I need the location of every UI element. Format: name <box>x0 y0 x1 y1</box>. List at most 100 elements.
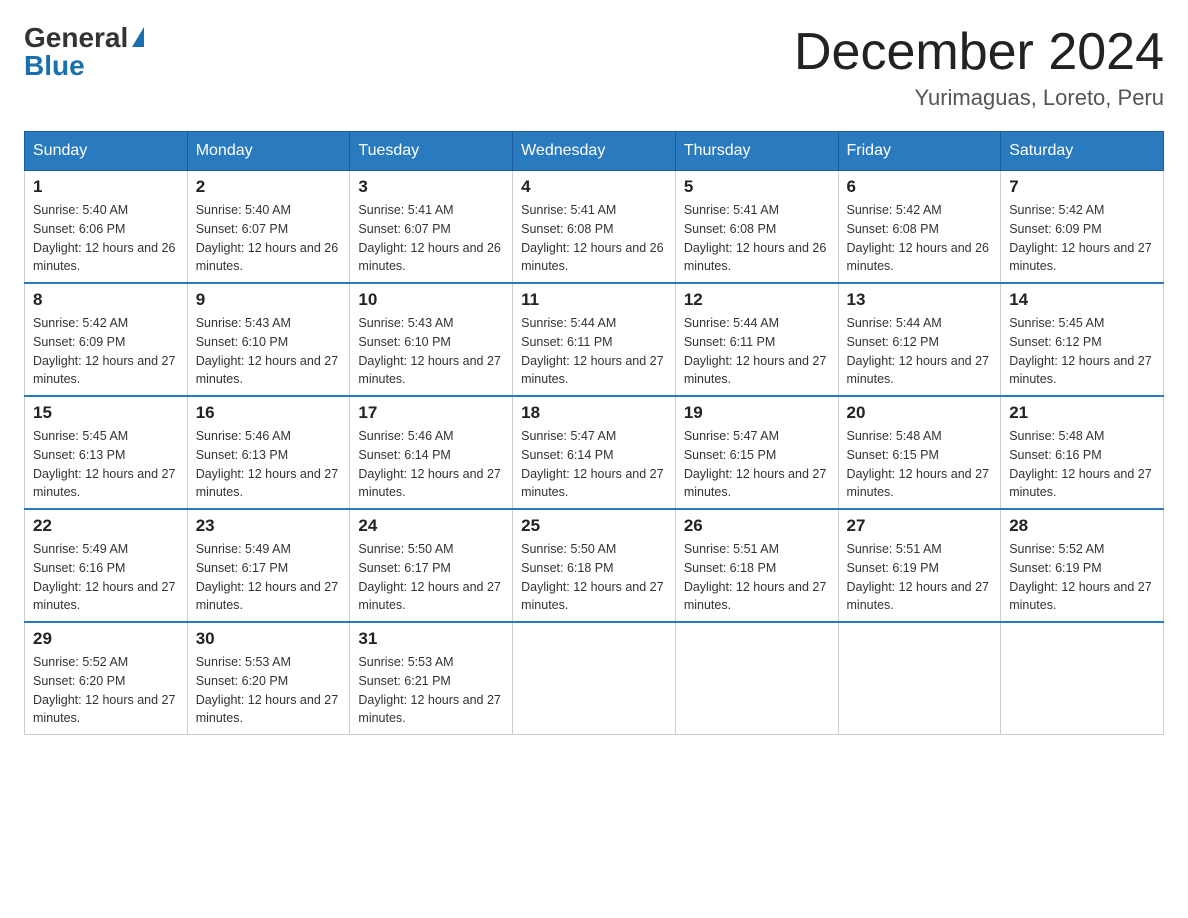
day-number: 1 <box>33 177 179 197</box>
table-row: 17 Sunrise: 5:46 AMSunset: 6:14 PMDayligh… <box>350 396 513 509</box>
table-row <box>675 622 838 735</box>
day-number: 5 <box>684 177 830 197</box>
day-number: 29 <box>33 629 179 649</box>
day-info: Sunrise: 5:48 AMSunset: 6:16 PMDaylight:… <box>1009 427 1155 502</box>
logo-blue-text: Blue <box>24 52 85 80</box>
table-row: 12Sunrise: 5:44 AMSunset: 6:11 PMDayligh… <box>675 283 838 396</box>
day-number: 19 <box>684 403 830 423</box>
day-number: 6 <box>847 177 993 197</box>
calendar-week-row: 1 Sunrise: 5:40 AMSunset: 6:06 PMDaylight… <box>25 171 1164 284</box>
table-row: 2 Sunrise: 5:40 AMSunset: 6:07 PMDaylight… <box>187 171 350 284</box>
day-info: Sunrise: 5:51 AMSunset: 6:18 PMDaylight:… <box>684 540 830 615</box>
day-number: 11 <box>521 290 667 310</box>
table-row: 6 Sunrise: 5:42 AMSunset: 6:08 PMDaylight… <box>838 171 1001 284</box>
day-number: 21 <box>1009 403 1155 423</box>
month-title: December 2024 <box>794 24 1164 81</box>
day-info: Sunrise: 5:49 AMSunset: 6:16 PMDaylight:… <box>33 540 179 615</box>
calendar-header-monday: Monday <box>187 132 350 171</box>
day-info: Sunrise: 5:41 AMSunset: 6:07 PMDaylight:… <box>358 201 504 276</box>
day-number: 24 <box>358 516 504 536</box>
day-number: 30 <box>196 629 342 649</box>
table-row: 23 Sunrise: 5:49 AMSunset: 6:17 PMDayligh… <box>187 509 350 622</box>
day-info: Sunrise: 5:45 AMSunset: 6:12 PMDaylight:… <box>1009 314 1155 389</box>
day-number: 9 <box>196 290 342 310</box>
logo-triangle-icon <box>132 27 144 47</box>
logo: General Blue <box>24 24 144 80</box>
table-row: 14 Sunrise: 5:45 AMSunset: 6:12 PMDayligh… <box>1001 283 1164 396</box>
table-row: 26Sunrise: 5:51 AMSunset: 6:18 PMDayligh… <box>675 509 838 622</box>
calendar-table: SundayMondayTuesdayWednesdayThursdayFrid… <box>24 131 1164 735</box>
table-row: 20 Sunrise: 5:48 AMSunset: 6:15 PMDayligh… <box>838 396 1001 509</box>
table-row: 22 Sunrise: 5:49 AMSunset: 6:16 PMDayligh… <box>25 509 188 622</box>
day-info: Sunrise: 5:41 AMSunset: 6:08 PMDaylight:… <box>521 201 667 276</box>
table-row <box>838 622 1001 735</box>
day-info: Sunrise: 5:46 AMSunset: 6:13 PMDaylight:… <box>196 427 342 502</box>
day-info: Sunrise: 5:43 AMSunset: 6:10 PMDaylight:… <box>196 314 342 389</box>
day-info: Sunrise: 5:46 AMSunset: 6:14 PMDaylight:… <box>358 427 504 502</box>
day-info: Sunrise: 5:49 AMSunset: 6:17 PMDaylight:… <box>196 540 342 615</box>
day-number: 4 <box>521 177 667 197</box>
table-row: 5Sunrise: 5:41 AMSunset: 6:08 PMDaylight… <box>675 171 838 284</box>
table-row: 4 Sunrise: 5:41 AMSunset: 6:08 PMDaylight… <box>513 171 676 284</box>
day-info: Sunrise: 5:40 AMSunset: 6:06 PMDaylight:… <box>33 201 179 276</box>
day-info: Sunrise: 5:50 AMSunset: 6:17 PMDaylight:… <box>358 540 504 615</box>
day-info: Sunrise: 5:44 AMSunset: 6:11 PMDaylight:… <box>521 314 667 389</box>
table-row: 24 Sunrise: 5:50 AMSunset: 6:17 PMDayligh… <box>350 509 513 622</box>
day-number: 27 <box>847 516 993 536</box>
day-number: 8 <box>33 290 179 310</box>
day-info: Sunrise: 5:52 AMSunset: 6:19 PMDaylight:… <box>1009 540 1155 615</box>
calendar-header-sunday: Sunday <box>25 132 188 171</box>
table-row: 1 Sunrise: 5:40 AMSunset: 6:06 PMDaylight… <box>25 171 188 284</box>
location-subtitle: Yurimaguas, Loreto, Peru <box>794 85 1164 111</box>
table-row <box>1001 622 1164 735</box>
day-info: Sunrise: 5:44 AMSunset: 6:12 PMDaylight:… <box>847 314 993 389</box>
day-info: Sunrise: 5:42 AMSunset: 6:08 PMDaylight:… <box>847 201 993 276</box>
day-info: Sunrise: 5:42 AMSunset: 6:09 PMDaylight:… <box>1009 201 1155 276</box>
day-number: 25 <box>521 516 667 536</box>
day-number: 12 <box>684 290 830 310</box>
day-number: 18 <box>521 403 667 423</box>
table-row: 25Sunrise: 5:50 AMSunset: 6:18 PMDayligh… <box>513 509 676 622</box>
table-row: 13 Sunrise: 5:44 AMSunset: 6:12 PMDayligh… <box>838 283 1001 396</box>
day-number: 17 <box>358 403 504 423</box>
day-number: 31 <box>358 629 504 649</box>
title-block: December 2024 Yurimaguas, Loreto, Peru <box>794 24 1164 111</box>
table-row: 10Sunrise: 5:43 AMSunset: 6:10 PMDayligh… <box>350 283 513 396</box>
day-number: 22 <box>33 516 179 536</box>
calendar-header-wednesday: Wednesday <box>513 132 676 171</box>
table-row: 7 Sunrise: 5:42 AMSunset: 6:09 PMDaylight… <box>1001 171 1164 284</box>
table-row: 15 Sunrise: 5:45 AMSunset: 6:13 PMDayligh… <box>25 396 188 509</box>
table-row <box>513 622 676 735</box>
calendar-week-row: 8 Sunrise: 5:42 AMSunset: 6:09 PMDaylight… <box>25 283 1164 396</box>
calendar-week-row: 22 Sunrise: 5:49 AMSunset: 6:16 PMDayligh… <box>25 509 1164 622</box>
table-row: 30 Sunrise: 5:53 AMSunset: 6:20 PMDayligh… <box>187 622 350 735</box>
day-number: 7 <box>1009 177 1155 197</box>
day-number: 28 <box>1009 516 1155 536</box>
day-number: 14 <box>1009 290 1155 310</box>
table-row: 8 Sunrise: 5:42 AMSunset: 6:09 PMDaylight… <box>25 283 188 396</box>
calendar-header-thursday: Thursday <box>675 132 838 171</box>
table-row: 11 Sunrise: 5:44 AMSunset: 6:11 PMDayligh… <box>513 283 676 396</box>
table-row: 19 Sunrise: 5:47 AMSunset: 6:15 PMDayligh… <box>675 396 838 509</box>
table-row: 9 Sunrise: 5:43 AMSunset: 6:10 PMDaylight… <box>187 283 350 396</box>
day-number: 3 <box>358 177 504 197</box>
day-info: Sunrise: 5:52 AMSunset: 6:20 PMDaylight:… <box>33 653 179 728</box>
logo-general-text: General <box>24 24 128 52</box>
day-number: 13 <box>847 290 993 310</box>
table-row: 16 Sunrise: 5:46 AMSunset: 6:13 PMDayligh… <box>187 396 350 509</box>
calendar-header-row: SundayMondayTuesdayWednesdayThursdayFrid… <box>25 132 1164 171</box>
day-info: Sunrise: 5:40 AMSunset: 6:07 PMDaylight:… <box>196 201 342 276</box>
day-number: 20 <box>847 403 993 423</box>
day-number: 2 <box>196 177 342 197</box>
day-info: Sunrise: 5:45 AMSunset: 6:13 PMDaylight:… <box>33 427 179 502</box>
day-info: Sunrise: 5:53 AMSunset: 6:21 PMDaylight:… <box>358 653 504 728</box>
table-row: 3 Sunrise: 5:41 AMSunset: 6:07 PMDaylight… <box>350 171 513 284</box>
day-number: 23 <box>196 516 342 536</box>
day-number: 16 <box>196 403 342 423</box>
day-number: 15 <box>33 403 179 423</box>
day-info: Sunrise: 5:42 AMSunset: 6:09 PMDaylight:… <box>33 314 179 389</box>
day-info: Sunrise: 5:48 AMSunset: 6:15 PMDaylight:… <box>847 427 993 502</box>
day-info: Sunrise: 5:47 AMSunset: 6:15 PMDaylight:… <box>684 427 830 502</box>
day-info: Sunrise: 5:43 AMSunset: 6:10 PMDaylight:… <box>358 314 504 389</box>
day-info: Sunrise: 5:53 AMSunset: 6:20 PMDaylight:… <box>196 653 342 728</box>
